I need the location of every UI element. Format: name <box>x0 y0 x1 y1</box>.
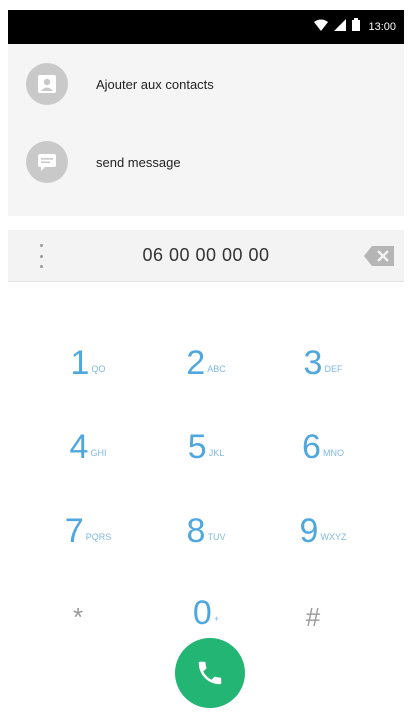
backspace-icon[interactable] <box>364 246 394 266</box>
key-1[interactable]: 1 QO <box>33 310 143 380</box>
call-button[interactable] <box>175 638 245 708</box>
key-2[interactable]: 2 ABC <box>151 310 261 380</box>
key-digit: 0 <box>192 594 212 632</box>
key-digit: 5 <box>187 428 207 466</box>
status-bar: 13:00 <box>8 10 404 44</box>
key-7[interactable]: 7 PQRS <box>33 478 143 548</box>
key-hash[interactable]: # <box>258 560 368 630</box>
key-digit: 1 <box>70 344 90 382</box>
key-digit: 6 <box>302 428 321 466</box>
key-digit: 8 <box>186 512 206 550</box>
signal-icon <box>334 18 347 36</box>
person-icon <box>26 63 68 105</box>
key-letters: PQRS <box>85 532 112 542</box>
key-4[interactable]: 4 GHI <box>33 394 143 464</box>
key-digit: 7 <box>64 512 84 550</box>
key-letters: DEF <box>324 364 343 374</box>
key-5[interactable]: 5 JKL <box>151 394 261 464</box>
wifi-icon <box>314 18 329 36</box>
battery-icon <box>352 18 361 36</box>
key-3[interactable]: 3 DEF <box>268 310 378 380</box>
key-digit: # <box>305 602 321 632</box>
send-message-label: send message <box>96 154 181 170</box>
key-letters: MNO <box>322 448 344 458</box>
key-6[interactable]: 6 MNO <box>268 394 378 464</box>
key-digit: 4 <box>69 428 89 466</box>
suggestions-panel: Ajouter aux contacts send message <box>8 44 404 216</box>
key-letters: GHI <box>90 448 107 458</box>
key-letters: TUV <box>207 532 226 542</box>
key-digit: * <box>72 602 84 632</box>
key-letters: QO <box>91 364 106 374</box>
key-8[interactable]: 8 TUV <box>151 478 261 548</box>
add-to-contacts-label: Ajouter aux contacts <box>96 76 214 92</box>
key-letters: JKL <box>208 448 225 458</box>
key-9[interactable]: 9 WXYZ <box>268 478 378 548</box>
key-digit: 2 <box>186 344 206 382</box>
key-letters: + <box>213 614 220 624</box>
message-icon <box>26 141 68 183</box>
phone-icon <box>198 661 222 685</box>
status-time: 13:00 <box>368 21 396 33</box>
key-digit: 9 <box>299 512 319 550</box>
more-options-icon[interactable] <box>38 244 44 268</box>
key-0[interactable]: 0 + <box>151 560 261 630</box>
dialed-number[interactable]: 06 00 00 00 00 <box>68 245 344 266</box>
key-digit: 3 <box>303 344 323 382</box>
add-to-contacts-item[interactable]: Ajouter aux contacts <box>8 54 404 114</box>
key-star[interactable]: * <box>23 560 133 630</box>
number-bar: 06 00 00 00 00 <box>8 230 404 282</box>
send-message-item[interactable]: send message <box>8 132 404 192</box>
key-letters: WXYZ <box>320 532 347 542</box>
key-letters: ABC <box>207 364 226 374</box>
